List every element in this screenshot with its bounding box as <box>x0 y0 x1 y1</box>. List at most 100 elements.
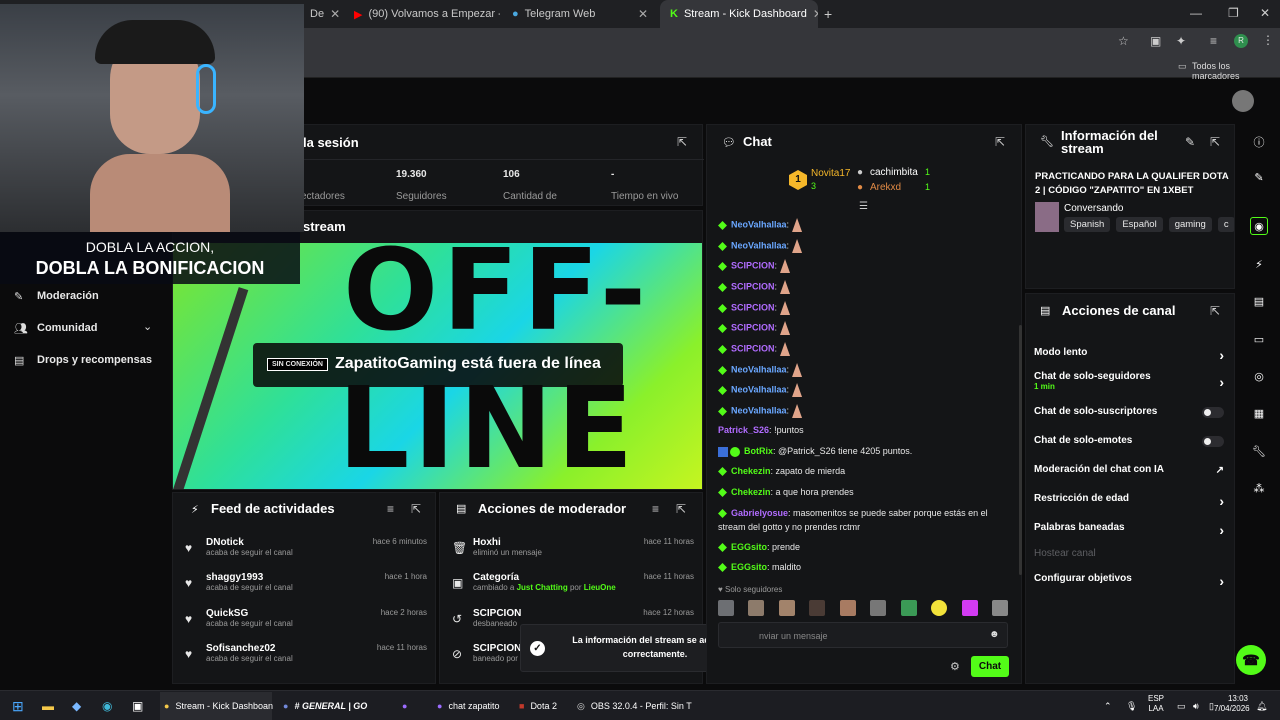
host-channel-row[interactable]: Hostear canal <box>1034 548 1224 559</box>
close-tab-icon[interactable]: ✕ <box>638 7 648 21</box>
taskbar-item-chat[interactable]: ● chat zapatito <box>437 692 499 720</box>
chevron-down-icon[interactable]: ⌄ <box>143 320 152 333</box>
profile-avatar[interactable]: R <box>1234 34 1248 48</box>
emote-icon[interactable] <box>961 600 978 616</box>
filter-icon[interactable]: ≡ <box>387 502 394 516</box>
popout-icon[interactable]: ⇱ <box>676 502 686 516</box>
sidebar-item-community[interactable]: Comunidad <box>37 322 98 334</box>
chat-scrollbar[interactable] <box>1019 325 1022 575</box>
taskbar-item-obs[interactable]: ◎ OBS 32.0.4 - Perfil: Sin T <box>577 692 692 720</box>
category-link[interactable]: Just Chatting <box>517 583 568 592</box>
popout-icon[interactable]: ⇱ <box>995 135 1005 149</box>
tag-chip[interactable]: Español <box>1116 217 1163 232</box>
clock[interactable]: 13:03 7/04/2026 <box>1214 694 1250 714</box>
bolt-icon[interactable]: ⚡︎ <box>1250 255 1268 273</box>
emotes-only-toggle[interactable] <box>1202 436 1224 447</box>
emote-icon[interactable] <box>870 600 887 616</box>
browser-tab-active[interactable]: K Stream - Kick Dashboard ✕ <box>660 0 818 28</box>
chat-user[interactable]: EGGsito <box>731 562 767 572</box>
emoji-icon[interactable]: ☻ <box>989 629 1000 640</box>
support-icon[interactable]: ☎ <box>1236 645 1266 675</box>
browser-tab[interactable]: ● Telegram Web ✕ <box>502 0 658 28</box>
close-tab-icon[interactable]: ✕ <box>330 7 340 21</box>
chat-user[interactable]: SCIPCION <box>731 302 775 312</box>
tag-chip[interactable]: gaming <box>1168 217 1212 232</box>
chat-user[interactable]: BotRix <box>744 446 773 456</box>
emote-icon[interactable] <box>748 600 765 616</box>
followers-only-row[interactable]: Chat de solo-seguidores 1 min › <box>1034 371 1224 391</box>
chat-input[interactable]: nviar un mensaje ☻ <box>718 622 1008 648</box>
emote-icon[interactable] <box>839 600 856 616</box>
tray-chevron-icon[interactable]: ⌃ <box>1104 692 1112 720</box>
close-window-icon[interactable]: ✕ <box>1260 6 1270 20</box>
chat-user[interactable]: Chekezin <box>731 487 771 497</box>
popout-icon[interactable]: ⇱ <box>1210 304 1220 318</box>
chat-user[interactable]: EGGsito <box>731 542 767 552</box>
leader-name[interactable]: Novita17 <box>811 168 850 179</box>
filter-icon[interactable]: ≡ <box>652 502 659 516</box>
layout-icon[interactable]: ▦ <box>1250 404 1268 422</box>
emote-icon[interactable] <box>718 600 734 616</box>
chat-user[interactable]: NeoValhallaa <box>731 405 787 415</box>
notification-bell-icon[interactable]: 🔔︎ <box>1256 692 1267 720</box>
taskbar-item-app[interactable]: ● <box>402 692 407 720</box>
subscribers-only-toggle[interactable] <box>1202 407 1224 418</box>
copilot-icon[interactable]: ◆ <box>72 692 81 720</box>
star-icon[interactable]: ☆ <box>1118 34 1129 48</box>
chat-user[interactable]: NeoValhallaa <box>731 240 787 250</box>
chat-user[interactable]: NeoValhallaa <box>731 219 787 229</box>
chat-user[interactable]: SCIPCION <box>731 281 775 291</box>
file-explorer-icon[interactable]: ▬ <box>42 692 54 720</box>
start-icon[interactable]: ⊞ <box>12 692 24 720</box>
taskbar-item-chrome[interactable]: ● Stream - Kick Dashboan <box>160 692 273 720</box>
edit-icon[interactable]: ✎ <box>1185 135 1195 149</box>
broadcast-icon[interactable]: ◎ <box>1250 367 1268 385</box>
browser-tab[interactable]: De ✕ <box>300 0 340 28</box>
info-icon[interactable]: ⓘ <box>1250 133 1268 151</box>
more-menu-icon[interactable]: ⋮ <box>1262 33 1274 47</box>
edge-icon[interactable]: ◉ <box>102 692 112 720</box>
popout-icon[interactable]: ⇱ <box>411 502 421 516</box>
mic-icon[interactable]: 🎙︎ <box>1126 692 1137 720</box>
popout-icon[interactable]: ⇱ <box>677 135 687 149</box>
store-icon[interactable]: ▣ <box>132 692 143 720</box>
chat-settings-icon[interactable]: ⚙ <box>950 660 960 673</box>
chat-user[interactable]: NeoValhallaa <box>731 364 787 374</box>
banned-words-row[interactable]: Palabras baneadas › <box>1034 522 1224 538</box>
leader-name[interactable]: Arekxd <box>870 182 901 193</box>
mod-user-link[interactable]: LieuOne <box>584 583 616 592</box>
emote-icon[interactable] <box>778 600 795 616</box>
collapse-icon[interactable]: ☰ <box>859 201 868 212</box>
popout-icon[interactable]: ⇱ <box>1210 135 1220 149</box>
emote-icon[interactable] <box>900 600 917 616</box>
network-icon[interactable]: ▭ <box>1177 692 1186 720</box>
send-chat-button[interactable]: Chat <box>971 656 1009 677</box>
chat-user[interactable]: Chekezin <box>731 466 771 476</box>
new-tab-icon[interactable]: + <box>824 6 832 22</box>
chat-icon[interactable]: ▭ <box>1250 330 1268 348</box>
tag-chip[interactable]: c <box>1217 217 1234 232</box>
chat-user[interactable]: NeoValhallaa <box>731 384 787 394</box>
all-bookmarks-link[interactable]: Todos los marcadores <box>1192 61 1280 81</box>
chat-user[interactable]: SCIPCION <box>731 343 775 353</box>
taskbar-item-dota[interactable]: ■ Dota 2 <box>519 692 557 720</box>
chat-user[interactable]: SCIPCION <box>731 260 775 270</box>
emote-icon[interactable] <box>991 600 1008 616</box>
maximize-icon[interactable]: ❐ <box>1228 6 1239 20</box>
slow-mode-row[interactable]: Modo lento › <box>1034 347 1224 363</box>
close-tab-icon[interactable]: ✕ <box>813 7 818 21</box>
wrench-icon[interactable]: 🔧︎ <box>1250 442 1268 460</box>
document-icon[interactable]: ▤ <box>1250 292 1268 310</box>
chat-user[interactable]: Gabrielyosue <box>731 508 788 518</box>
chat-user[interactable]: Patrick_S26 <box>718 425 769 435</box>
share-icon[interactable]: ⁂ <box>1250 479 1268 497</box>
sidebar-item-drops[interactable]: Drops y recompensas <box>37 354 152 366</box>
configure-goals-row[interactable]: Configurar objetivos › <box>1034 573 1224 589</box>
pencil-icon[interactable]: ✎ <box>1250 168 1268 186</box>
media-icon[interactable]: ▣ <box>1150 34 1161 48</box>
minimize-icon[interactable]: — <box>1190 6 1202 20</box>
extensions-icon[interactable]: ✦ <box>1176 34 1186 48</box>
chat-user[interactable]: SCIPCION <box>731 322 775 332</box>
ai-moderation-row[interactable]: Moderación del chat con IA ↗ <box>1034 464 1224 476</box>
sidebar-item-moderation[interactable]: Moderación <box>37 290 99 302</box>
